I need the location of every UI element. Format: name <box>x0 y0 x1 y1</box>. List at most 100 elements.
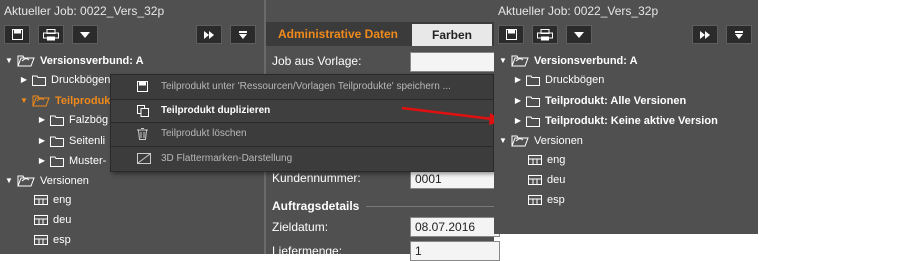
save-icon <box>11 29 23 40</box>
collapse-button[interactable] <box>230 25 256 44</box>
tree-label: Muster- <box>69 155 107 167</box>
customer-number-field[interactable]: 0001 <box>410 169 500 189</box>
duplicate-icon <box>137 105 149 117</box>
version-grid-icon <box>34 215 48 225</box>
tree-item-folding[interactable]: ▶ Falzbög <box>37 110 108 130</box>
expand-toggle-icon[interactable]: ▼ <box>498 131 508 151</box>
collapse-button[interactable] <box>726 25 752 44</box>
tree-item-printsheets[interactable]: ▶ Druckbögen <box>513 70 604 90</box>
tree-item-version-eng[interactable]: eng <box>34 190 71 210</box>
fast-forward-icon <box>204 30 214 39</box>
right-job-panel: Aktueller Job: 0022_Vers_32p ▼ Versionsv… <box>494 0 758 234</box>
folder-icon <box>32 75 46 86</box>
dropdown-button[interactable] <box>72 25 98 44</box>
fast-forward-icon <box>700 30 710 39</box>
tree-item-version-group[interactable]: ▼ Versionsverbund: A <box>498 51 638 71</box>
trash-icon <box>137 128 148 140</box>
versions-icon <box>17 175 35 187</box>
order-details-heading: Auftragsdetails <box>272 199 360 213</box>
fast-forward-button[interactable] <box>196 25 222 44</box>
tree-label: Versionen <box>534 135 583 147</box>
expand-arrow-icon[interactable]: ▶ <box>37 151 47 171</box>
tree-item-subproduct-no-active-version[interactable]: ▶ Teilprodukt: Keine aktive Version <box>513 111 718 131</box>
arrow-down-bar-icon <box>735 30 743 39</box>
tab-administrative-data[interactable]: Administrative Daten <box>266 22 410 46</box>
versions-icon <box>511 135 529 147</box>
tree-label: deu <box>547 174 566 186</box>
version-grid-icon <box>528 155 542 165</box>
customer-number-label: Kundennummer: <box>272 171 361 185</box>
section-divider <box>366 206 494 207</box>
version-grid-icon <box>34 235 48 245</box>
dropdown-button[interactable] <box>566 25 592 44</box>
tree-item-subproduct-all-versions[interactable]: ▶ Teilprodukt: Alle Versionen <box>513 91 686 111</box>
job-title: Aktueller Job: 0022_Vers_32p <box>4 4 165 18</box>
tree-item-printsheets[interactable]: ▶ Druckbögen <box>19 70 110 90</box>
tree-item-version-deu[interactable]: deu <box>528 170 565 190</box>
tree-item-version-esp[interactable]: esp <box>528 190 565 210</box>
tree-label: Versionsverbund: A <box>40 55 144 67</box>
job-template-field[interactable] <box>410 52 500 72</box>
tree-label: esp <box>53 234 71 246</box>
menu-item-label: Teilprodukt unter 'Ressourcen/Vorlagen T… <box>161 81 451 92</box>
folder-icon <box>50 115 64 126</box>
tree-item-version-esp[interactable]: esp <box>34 230 71 250</box>
tree-label: eng <box>53 194 72 206</box>
target-date-field[interactable]: 08.07.2016 <box>410 217 500 237</box>
tree-label: Seitenli <box>69 135 106 147</box>
chevron-down-icon <box>80 31 90 38</box>
tree-label: Druckbögen <box>545 74 605 86</box>
expand-arrow-icon[interactable]: ▶ <box>513 91 523 111</box>
tab-bar: Administrative Daten Farben <box>266 22 494 46</box>
chevron-down-icon <box>574 31 584 38</box>
save-button[interactable] <box>4 25 30 44</box>
tree-label: eng <box>547 154 566 166</box>
version-grid-icon <box>528 175 542 185</box>
expand-toggle-icon[interactable]: ▼ <box>4 171 14 191</box>
tree-item-versions[interactable]: ▼ Versionen <box>498 131 583 151</box>
tree-label: Druckbögen <box>51 74 111 86</box>
menu-item-label: Teilprodukt duplizieren <box>161 105 271 116</box>
save-icon <box>505 29 517 40</box>
tree-item-pagelist[interactable]: ▶ Seitenli <box>37 131 105 151</box>
menu-item-save-as-template[interactable]: Teilprodukt unter 'Ressourcen/Vorlagen T… <box>111 76 493 98</box>
fast-forward-button[interactable] <box>692 25 718 44</box>
expand-toggle-icon[interactable]: ▼ <box>4 51 14 71</box>
toolbar <box>494 24 758 48</box>
save-icon <box>137 81 148 92</box>
tree-label: Teilprodukt <box>55 95 115 107</box>
quantity-field[interactable]: 1 <box>410 241 500 261</box>
expand-arrow-icon[interactable]: ▶ <box>19 70 29 90</box>
tree-item-sample[interactable]: ▶ Muster- <box>37 151 106 171</box>
job-title: Aktueller Job: 0022_Vers_32p <box>498 4 659 18</box>
collation-marks-icon <box>137 153 151 164</box>
expand-arrow-icon[interactable]: ▶ <box>37 131 47 151</box>
print-button[interactable] <box>532 25 558 44</box>
tree-item-version-deu[interactable]: deu <box>34 210 71 230</box>
expand-toggle-icon[interactable]: ▼ <box>19 91 29 111</box>
menu-item-3d-collation-marks[interactable]: 3D Flattermarken-Darstellung <box>111 148 493 170</box>
expand-toggle-icon[interactable]: ▼ <box>498 51 508 71</box>
target-date-label: Zieldatum: <box>272 220 329 234</box>
printer-icon <box>43 28 59 40</box>
tree-item-version-eng[interactable]: eng <box>528 150 565 170</box>
tree-item-version-group[interactable]: ▼ Versionsverbund: A <box>4 51 144 71</box>
save-button[interactable] <box>498 25 524 44</box>
version-group-icon <box>511 55 529 67</box>
expand-arrow-icon[interactable]: ▶ <box>513 70 523 90</box>
folder-icon <box>526 75 540 86</box>
tab-colors[interactable]: Farben <box>412 24 492 46</box>
tree-label: Teilprodukt: Alle Versionen <box>545 95 687 107</box>
version-group-icon <box>17 55 35 67</box>
toolbar <box>0 24 264 48</box>
print-button[interactable] <box>38 25 64 44</box>
tree-label: Versionen <box>40 175 89 187</box>
expand-arrow-icon[interactable]: ▶ <box>513 111 523 131</box>
tree-label: Versionsverbund: A <box>534 55 638 67</box>
expand-arrow-icon[interactable]: ▶ <box>37 110 47 130</box>
tree-item-subproduct-selected[interactable]: ▼ Teilprodukt <box>19 91 114 111</box>
tree-label: Teilprodukt: Keine aktive Version <box>545 115 718 127</box>
tree-item-versions[interactable]: ▼ Versionen <box>4 171 89 191</box>
folder-icon <box>50 156 64 167</box>
version-grid-icon <box>34 195 48 205</box>
